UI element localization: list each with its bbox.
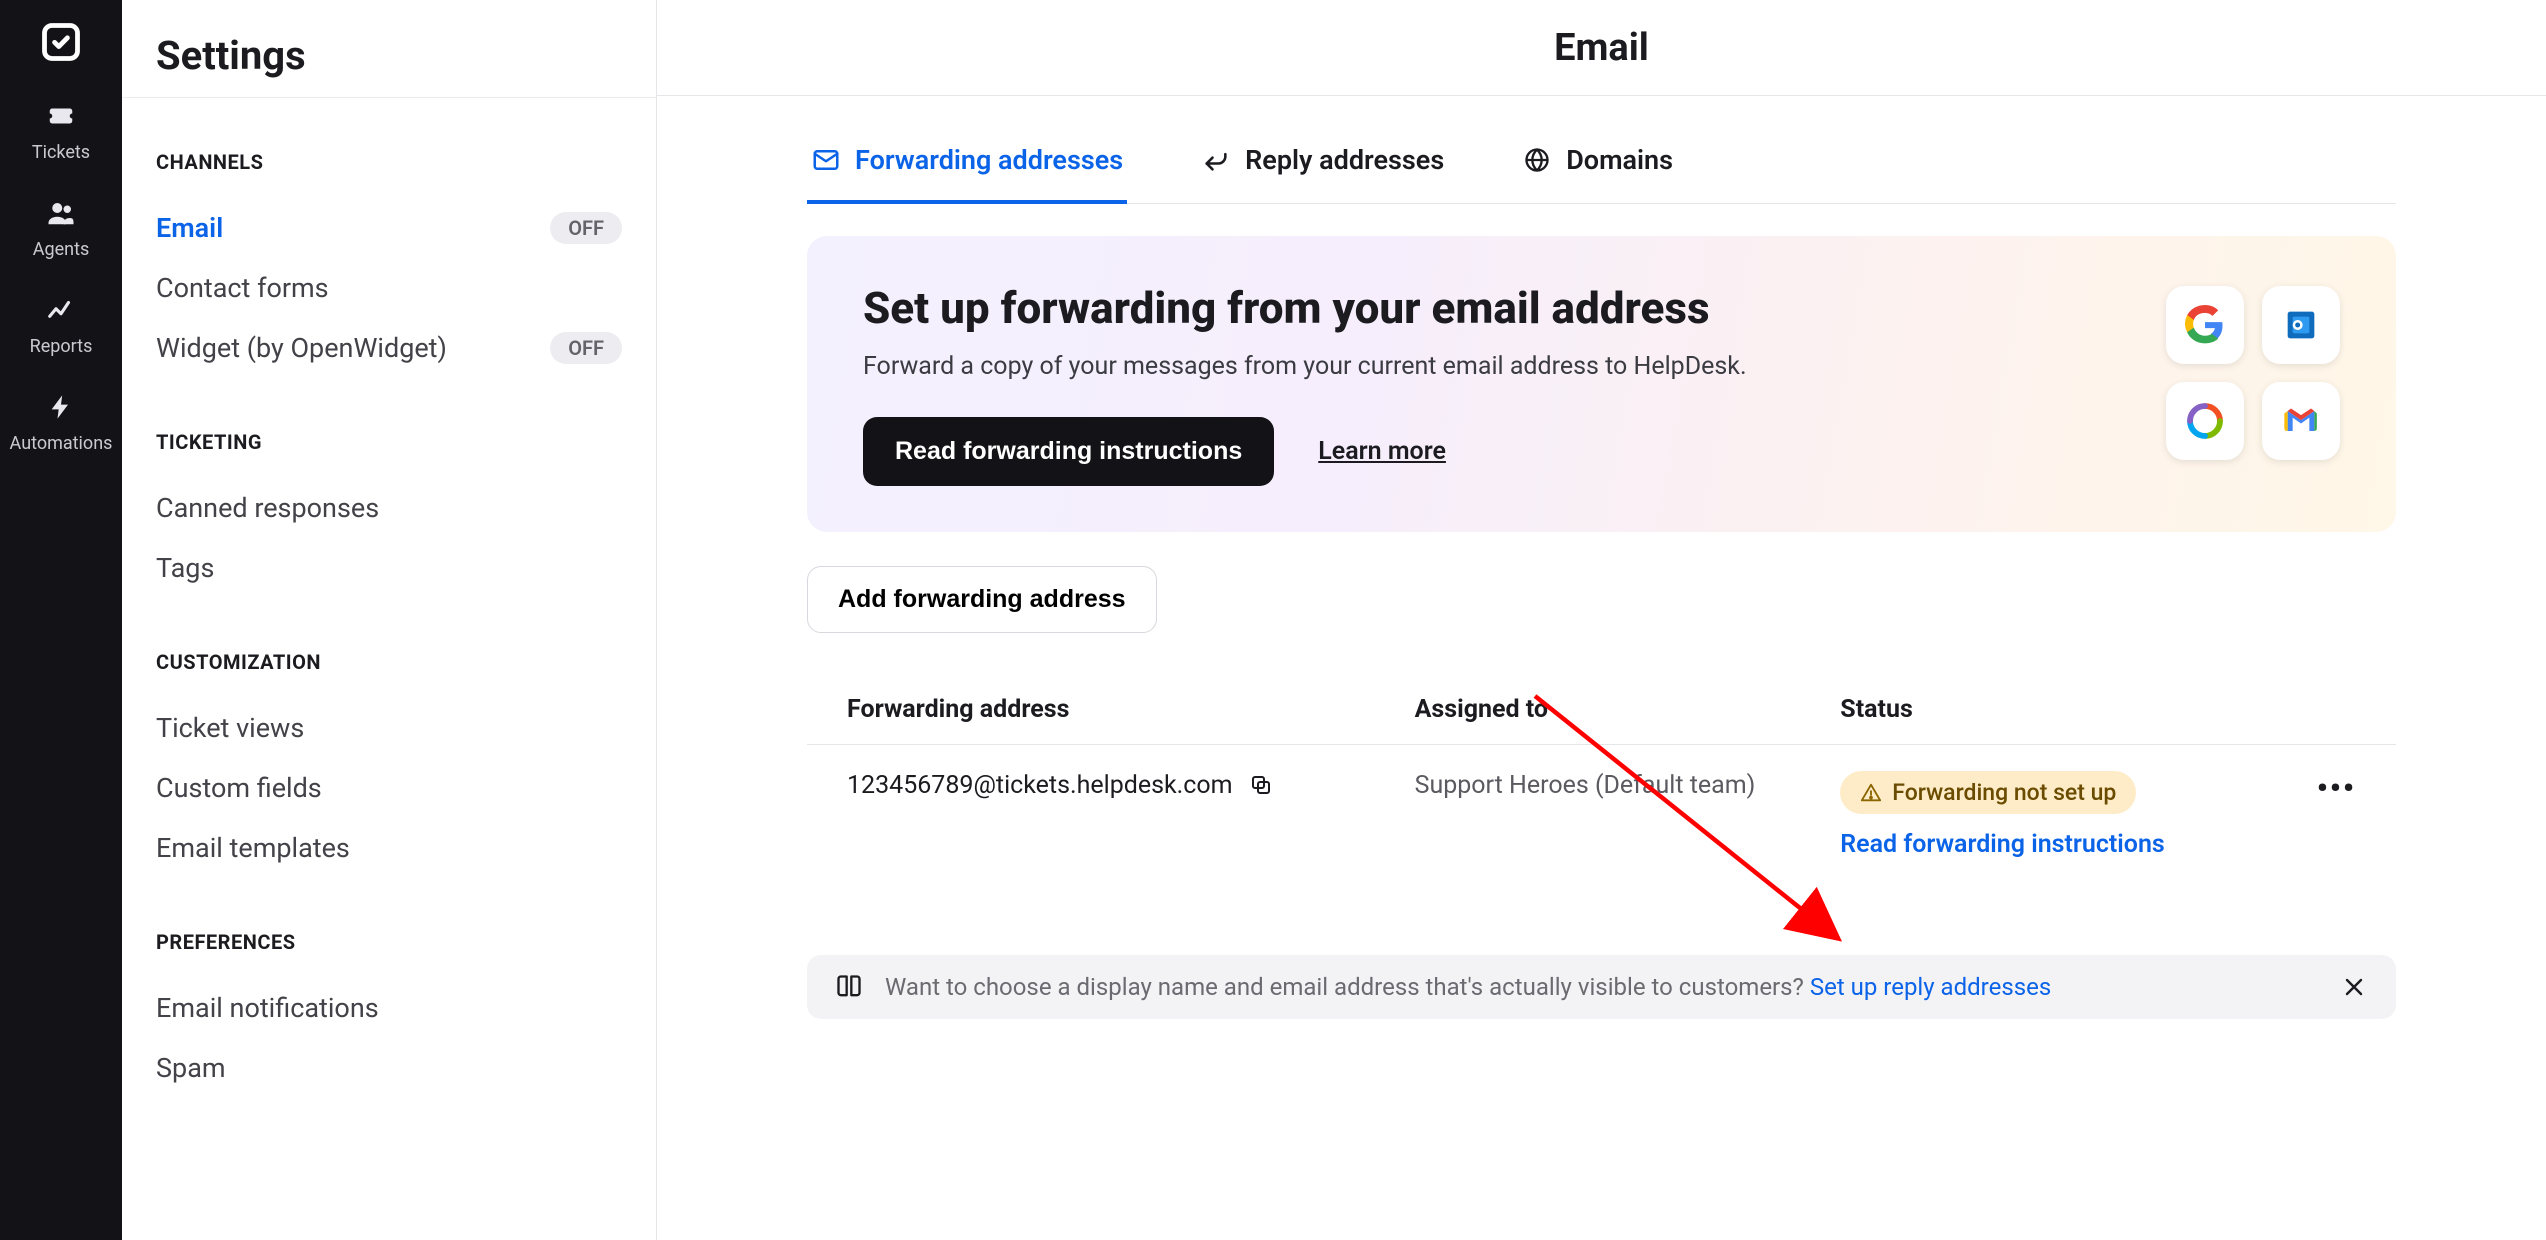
main-content: Forwarding addresses Reply addresses Dom…: [657, 96, 2546, 1240]
settings-item-label: Tags: [156, 552, 214, 584]
microsoft365-icon: [2185, 401, 2225, 441]
reply-icon: [1201, 145, 1231, 175]
email-provider-tiles: [2166, 286, 2340, 460]
globe-icon: [1522, 145, 1552, 175]
read-instructions-button[interactable]: Read forwarding instructions: [863, 417, 1274, 486]
rail-item-reports[interactable]: Reports: [0, 290, 122, 357]
rail-item-automations[interactable]: Automations: [0, 387, 122, 454]
section-header-ticketing: TICKETING: [156, 430, 622, 454]
outlook-tile[interactable]: [2262, 286, 2340, 364]
book-icon: [835, 973, 863, 1001]
off-badge: OFF: [550, 332, 622, 364]
tab-domains[interactable]: Domains: [1518, 144, 1677, 204]
outlook-icon: [2281, 305, 2321, 345]
settings-item-email[interactable]: Email OFF: [156, 198, 622, 258]
settings-item-label: Canned responses: [156, 492, 379, 524]
settings-item-email-notifications[interactable]: Email notifications: [156, 978, 622, 1038]
rail-label: Tickets: [32, 142, 90, 163]
forwarding-table: Forwarding address Assigned to Status 12…: [807, 695, 2396, 885]
tab-forwarding-addresses[interactable]: Forwarding addresses: [807, 144, 1127, 204]
agents-icon: [41, 193, 81, 233]
settings-item-label: Spam: [156, 1052, 226, 1084]
reports-icon: [41, 290, 81, 330]
page-title: Email: [1554, 26, 1649, 70]
col-header-address: Forwarding address: [847, 695, 1415, 724]
settings-sidebar: Settings CHANNELS Email OFF Contact form…: [122, 0, 657, 1240]
settings-item-spam[interactable]: Spam: [156, 1038, 622, 1098]
tab-reply-addresses[interactable]: Reply addresses: [1197, 144, 1448, 204]
col-header-status: Status: [1840, 695, 2266, 724]
gmail-icon: [2281, 401, 2321, 441]
tip-text: Want to choose a display name and email …: [885, 973, 1810, 1001]
settings-item-label: Ticket views: [156, 712, 304, 744]
tab-label: Domains: [1566, 144, 1673, 176]
nav-rail: Tickets Agents Reports Automations: [0, 0, 122, 1240]
mail-icon: [811, 145, 841, 175]
rail-label: Reports: [30, 336, 93, 357]
settings-item-tags[interactable]: Tags: [156, 538, 622, 598]
settings-item-ticket-views[interactable]: Ticket views: [156, 698, 622, 758]
table-row: 123456789@tickets.helpdesk.com Support H…: [807, 745, 2396, 885]
off-badge: OFF: [550, 212, 622, 244]
status-label: Forwarding not set up: [1892, 779, 2116, 806]
settings-item-canned-responses[interactable]: Canned responses: [156, 478, 622, 538]
close-icon[interactable]: [2340, 973, 2368, 1001]
settings-item-label: Custom fields: [156, 772, 322, 804]
settings-item-widget[interactable]: Widget (by OpenWidget) OFF: [156, 318, 622, 378]
app-logo: [37, 18, 85, 66]
tab-label: Forwarding addresses: [855, 144, 1123, 176]
forwarding-address-value: 123456789@tickets.helpdesk.com: [847, 771, 1233, 800]
setup-reply-addresses-tip: Want to choose a display name and email …: [807, 955, 2396, 1019]
tabs: Forwarding addresses Reply addresses Dom…: [807, 144, 2396, 204]
rail-item-agents[interactable]: Agents: [0, 193, 122, 260]
settings-item-contact-forms[interactable]: Contact forms: [156, 258, 622, 318]
settings-item-label: Email: [156, 212, 223, 244]
banner-subtext: Forward a copy of your messages from you…: [863, 352, 1747, 381]
status-badge: Forwarding not set up: [1840, 771, 2136, 814]
divider: [122, 97, 656, 98]
copy-icon[interactable]: [1249, 773, 1275, 799]
rail-item-tickets[interactable]: Tickets: [0, 96, 122, 163]
section-header-customization: CUSTOMIZATION: [156, 650, 622, 674]
gmail-tile[interactable]: [2262, 382, 2340, 460]
settings-item-label: Widget (by OpenWidget): [156, 332, 447, 364]
banner-heading: Set up forwarding from your email addres…: [863, 282, 1747, 334]
google-icon: [2185, 305, 2225, 345]
microsoft365-tile[interactable]: [2166, 382, 2244, 460]
add-forwarding-address-button[interactable]: Add forwarding address: [807, 566, 1157, 633]
settings-item-label: Contact forms: [156, 272, 329, 304]
settings-item-label: Email notifications: [156, 992, 379, 1024]
automations-icon: [41, 387, 81, 427]
status-cell: Forwarding not set up Read forwarding in…: [1840, 771, 2266, 859]
warning-icon: [1860, 782, 1882, 804]
rail-label: Automations: [10, 433, 113, 454]
google-tile[interactable]: [2166, 286, 2244, 364]
main: Email Forwarding addresses Reply address…: [657, 0, 2546, 1240]
section-header-channels: CHANNELS: [156, 150, 622, 174]
forwarding-setup-banner: Set up forwarding from your email addres…: [807, 236, 2396, 532]
col-header-assigned: Assigned to: [1415, 695, 1841, 724]
row-actions-menu[interactable]: •••: [2266, 771, 2356, 806]
assigned-to-cell: Support Heroes (Default team): [1415, 771, 1841, 800]
main-header: Email: [657, 0, 2546, 96]
section-header-preferences: PREFERENCES: [156, 930, 622, 954]
settings-item-email-templates[interactable]: Email templates: [156, 818, 622, 878]
ticket-icon: [41, 96, 81, 136]
settings-item-custom-fields[interactable]: Custom fields: [156, 758, 622, 818]
forwarding-address-cell: 123456789@tickets.helpdesk.com: [847, 771, 1415, 800]
rail-label: Agents: [33, 239, 90, 260]
settings-title: Settings: [156, 32, 622, 79]
read-forwarding-instructions-link[interactable]: Read forwarding instructions: [1840, 830, 2164, 859]
settings-item-label: Email templates: [156, 832, 350, 864]
tab-label: Reply addresses: [1245, 144, 1444, 176]
learn-more-link[interactable]: Learn more: [1318, 437, 1446, 466]
table-header-row: Forwarding address Assigned to Status: [807, 695, 2396, 745]
setup-reply-addresses-link[interactable]: Set up reply addresses: [1810, 973, 2051, 1001]
